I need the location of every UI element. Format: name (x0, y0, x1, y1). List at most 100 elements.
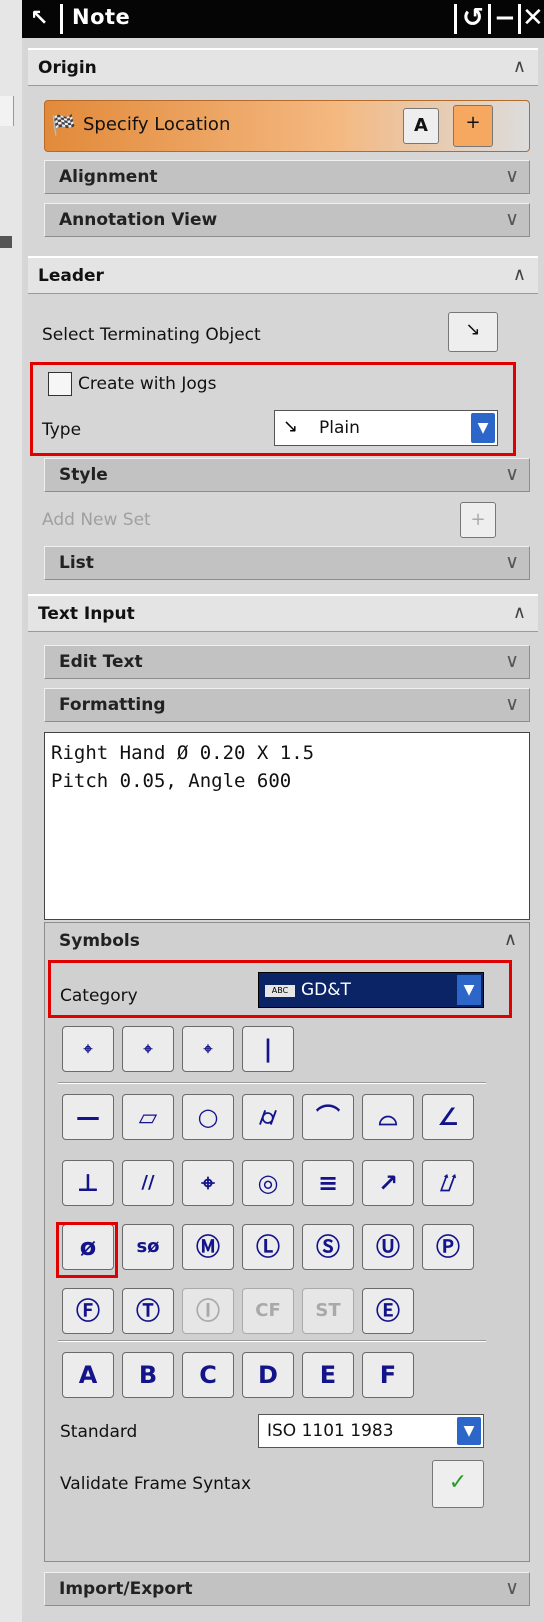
edit-text-section[interactable]: Edit Text ∨ (44, 645, 530, 679)
datum-a-icon[interactable]: A (62, 1352, 114, 1398)
collapse-icon[interactable]: ∧ (513, 264, 526, 285)
style-section[interactable]: Style ∨ (44, 458, 530, 492)
title-bar: ↖ Note ↺ − ✕ (22, 0, 544, 38)
collapse-icon[interactable]: ∧ (513, 56, 526, 77)
parallelism-icon[interactable]: // (122, 1160, 174, 1206)
origin-header[interactable]: Origin ∧ (28, 48, 538, 86)
statistical-icon[interactable]: ST (302, 1288, 354, 1334)
expand-icon[interactable]: ∨ (505, 650, 519, 672)
straightness-icon[interactable]: — (62, 1094, 114, 1140)
type-select[interactable]: ↘ Plain ▼ (274, 410, 498, 446)
independency-icon[interactable]: Ⓘ (182, 1288, 234, 1334)
expand-icon[interactable]: ∨ (505, 463, 519, 485)
alignment-label: Alignment (59, 167, 158, 187)
category-select[interactable]: ABC GD&T ▼ (258, 972, 484, 1008)
reset-icon[interactable]: ↺ (462, 3, 484, 33)
validate-icon[interactable]: ✓ (432, 1460, 484, 1508)
leader-title: Leader (38, 266, 104, 286)
minimize-icon[interactable]: − (494, 3, 516, 33)
rfs-icon[interactable]: Ⓢ (302, 1224, 354, 1270)
select-terminating-label: Select Terminating Object (42, 325, 261, 345)
collapse-icon[interactable]: ∧ (504, 929, 517, 950)
datum-b-icon[interactable]: B (122, 1352, 174, 1398)
style-label: Style (59, 465, 108, 485)
origin-title: Origin (38, 58, 97, 78)
continuous-feature-icon[interactable]: CF (242, 1288, 294, 1334)
import-export-label: Import/Export (59, 1579, 193, 1599)
annotation-view-section[interactable]: Annotation View ∨ (44, 203, 530, 237)
datum-c-icon[interactable]: C (182, 1352, 234, 1398)
expand-icon[interactable]: ∨ (505, 551, 519, 573)
text-line: Right Hand Ø 0.20 X 1.5 (51, 742, 315, 764)
profile-surface-icon[interactable]: ⌓ (362, 1094, 414, 1140)
expand-icon[interactable]: ∨ (505, 693, 519, 715)
dropdown-icon[interactable]: ▼ (471, 413, 495, 443)
frame-separator-icon[interactable]: | (242, 1026, 294, 1072)
note-dialog: ↖ Note ↺ − ✕ Origin ∧ 🏁 Specify Location… (0, 0, 544, 1622)
formatting-section[interactable]: Formatting ∨ (44, 688, 530, 722)
text-line: Pitch 0.05, Angle 600 (51, 770, 292, 792)
list-section[interactable]: List ∨ (44, 546, 530, 580)
profile-line-icon[interactable]: ⌒ (302, 1094, 354, 1140)
datum-d-icon[interactable]: D (242, 1352, 294, 1398)
datum-e-icon[interactable]: E (302, 1352, 354, 1398)
composite-frame-icon[interactable]: ⌖ (122, 1026, 174, 1072)
add-set-icon[interactable]: + (460, 502, 496, 538)
free-state-icon[interactable]: Ⓕ (62, 1288, 114, 1334)
circularity-icon[interactable]: ○ (182, 1094, 234, 1140)
datum-f-icon[interactable]: F (362, 1352, 414, 1398)
separator (58, 1082, 486, 1084)
formatting-label: Formatting (59, 695, 166, 715)
unequal-bilateral-icon[interactable]: Ⓤ (362, 1224, 414, 1270)
concentricity-icon[interactable]: ◎ (242, 1160, 294, 1206)
collapse-icon[interactable]: ∧ (513, 602, 526, 623)
text-input-header[interactable]: Text Input ∧ (28, 594, 538, 632)
envelope-icon[interactable]: Ⓔ (362, 1288, 414, 1334)
add-new-set-label: Add New Set (42, 510, 151, 530)
dropdown-icon[interactable]: ▼ (457, 1417, 481, 1445)
import-export-section[interactable]: Import/Export ∨ (44, 1572, 530, 1606)
flatness-icon[interactable]: ▱ (122, 1094, 174, 1140)
feature-control-frame-icon[interactable]: ⌖ (62, 1026, 114, 1072)
select-object-icon[interactable]: ↘ (448, 312, 498, 352)
expand-icon[interactable]: ∨ (505, 1577, 519, 1599)
expand-icon[interactable]: ∨ (505, 208, 519, 230)
perpendicularity-icon[interactable]: ⊥ (62, 1160, 114, 1206)
create-with-jogs-label: Create with Jogs (78, 374, 217, 394)
specify-location-row[interactable]: 🏁 Specify Location A + (44, 100, 530, 152)
text-style-icon[interactable]: A (403, 108, 439, 144)
projected-tolerance-icon[interactable]: Ⓟ (422, 1224, 474, 1270)
symmetry-icon[interactable]: ≡ (302, 1160, 354, 1206)
checkered-flag-icon: 🏁 (51, 113, 76, 137)
frame-return-icon[interactable]: ⌖ (182, 1026, 234, 1072)
background-strip (0, 0, 22, 1622)
position-icon[interactable]: ⌖ (182, 1160, 234, 1206)
point-dialog-icon[interactable]: + (453, 105, 493, 147)
spherical-diameter-icon[interactable]: sø (122, 1224, 174, 1270)
tangent-plane-icon[interactable]: Ⓣ (122, 1288, 174, 1334)
separator (58, 1340, 486, 1342)
symbols-title: Symbols (59, 931, 140, 951)
type-label: Type (42, 420, 82, 440)
lmc-icon[interactable]: Ⓛ (242, 1224, 294, 1270)
angularity-icon[interactable]: ∠ (422, 1094, 474, 1140)
category-value: GD&T (301, 980, 351, 1000)
abc-icon: ABC (265, 985, 295, 997)
circular-runout-icon[interactable]: ↗ (362, 1160, 414, 1206)
expand-icon[interactable]: ∨ (505, 165, 519, 187)
total-runout-icon[interactable]: ⌰ (422, 1160, 474, 1206)
create-with-jogs-checkbox[interactable] (48, 372, 72, 396)
cylindricity-icon[interactable]: ⌭ (242, 1094, 294, 1140)
close-icon[interactable]: ✕ (522, 3, 544, 33)
plain-leader-icon: ↘ (283, 416, 299, 437)
window-title: Note (72, 5, 131, 29)
edit-text-label: Edit Text (59, 652, 143, 672)
text-input-title: Text Input (38, 604, 135, 624)
standard-select[interactable]: ISO 1101 1983 ▼ (258, 1414, 484, 1448)
note-text-area[interactable]: Right Hand Ø 0.20 X 1.5 Pitch 0.05, Angle… (44, 732, 530, 920)
alignment-section[interactable]: Alignment ∨ (44, 160, 530, 194)
mmc-icon[interactable]: Ⓜ (182, 1224, 234, 1270)
leader-header[interactable]: Leader ∧ (28, 256, 538, 294)
dropdown-icon[interactable]: ▼ (457, 975, 481, 1005)
pointer-icon: ↖ (30, 6, 49, 31)
